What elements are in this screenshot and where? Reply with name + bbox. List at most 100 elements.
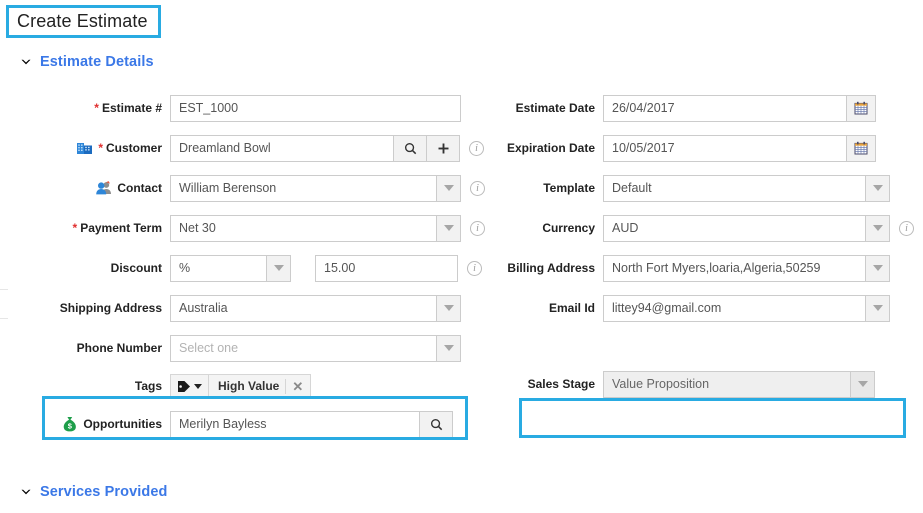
calendar-icon <box>854 141 868 155</box>
page-title-box: Create Estimate <box>6 5 161 38</box>
phone-number-dropdown-button[interactable] <box>437 334 461 362</box>
customer-input[interactable]: Dreamland Bowl <box>170 134 394 162</box>
field-row-tags: Tags High Value ✕ <box>0 368 490 404</box>
field-row-sales-stage: Sales Stage Value Proposition <box>490 364 923 404</box>
estimate-number-input[interactable]: EST_1000 <box>170 94 461 122</box>
label-payment-term: * Payment Term <box>0 221 170 235</box>
section-title-estimate-details: Estimate Details <box>40 54 154 70</box>
label-opportunities: $ Opportunities <box>0 416 170 432</box>
edge-artifact <box>0 318 8 319</box>
control-billing-address: North Fort Myers,loaria,Algeria,50259 <box>603 254 890 282</box>
label-text: Discount <box>110 261 162 275</box>
field-row-phone-number: Phone Number Select one <box>0 328 490 368</box>
tags-dropdown-button[interactable] <box>170 374 209 398</box>
control-payment-term: Net 30 <box>170 214 461 242</box>
section-header-estimate-details[interactable]: Estimate Details <box>20 54 154 70</box>
template-dropdown-button[interactable] <box>866 174 890 202</box>
expiration-date-input[interactable]: 10/05/2017 <box>603 134 847 162</box>
label-text: Currency <box>542 221 595 235</box>
label-shipping-address: Shipping Address <box>0 301 170 315</box>
spacer-row <box>490 328 923 364</box>
label-contact: Contact <box>0 180 170 196</box>
money-bag-icon: $ <box>61 416 79 432</box>
discount-type-input[interactable]: % <box>170 254 267 282</box>
opportunities-search-button[interactable] <box>420 410 453 438</box>
label-estimate-number: * Estimate # <box>0 101 170 115</box>
info-icon-contact[interactable]: i <box>470 180 485 196</box>
section-header-services-provided[interactable]: Services Provided <box>20 484 167 500</box>
control-currency: AUD <box>603 214 890 242</box>
tag-chip[interactable]: High Value ✕ <box>209 374 312 398</box>
template-input[interactable]: Default <box>603 174 866 202</box>
email-id-input[interactable]: littey94@gmail.com <box>603 294 866 322</box>
control-discount-amount: 15.00 <box>315 254 458 282</box>
label-text: Customer <box>105 141 162 155</box>
shipping-address-dropdown-button[interactable] <box>437 294 461 322</box>
control-opportunities: Merilyn Bayless <box>170 410 453 438</box>
info-icon-currency[interactable]: i <box>899 220 914 236</box>
tag-icon <box>178 380 190 392</box>
phone-number-input[interactable]: Select one <box>170 334 437 362</box>
info-icon-customer[interactable]: i <box>469 140 484 156</box>
chevron-down-icon <box>872 185 883 191</box>
currency-dropdown-button[interactable] <box>866 214 890 242</box>
estimate-date-input[interactable]: 26/04/2017 <box>603 94 847 122</box>
calendar-icon <box>854 101 868 115</box>
chevron-down-icon <box>872 225 883 231</box>
billing-address-input[interactable]: North Fort Myers,loaria,Algeria,50259 <box>603 254 866 282</box>
required-asterisk: * <box>94 101 99 115</box>
discount-type-dropdown-button[interactable] <box>267 254 291 282</box>
label-text: Estimate Date <box>515 101 595 115</box>
email-id-dropdown-button[interactable] <box>866 294 890 322</box>
info-icon-payment-term[interactable]: i <box>470 220 485 236</box>
currency-input[interactable]: AUD <box>603 214 866 242</box>
payment-term-input[interactable]: Net 30 <box>170 214 437 242</box>
sales-stage-dropdown-button[interactable] <box>851 370 875 398</box>
tag-chip-label: High Value <box>218 379 280 393</box>
info-icon-discount[interactable]: i <box>467 260 482 276</box>
chevron-down-icon[interactable] <box>20 486 32 498</box>
sales-stage-input[interactable]: Value Proposition <box>603 370 851 398</box>
label-sales-stage: Sales Stage <box>490 377 603 391</box>
control-estimate-date: 26/04/2017 <box>603 94 876 122</box>
expiration-date-calendar-button[interactable] <box>847 134 876 162</box>
required-asterisk: * <box>98 141 103 155</box>
label-tags: Tags <box>0 379 170 393</box>
chevron-down-icon[interactable] <box>20 56 32 68</box>
control-estimate-number: EST_1000 <box>170 94 461 122</box>
customer-search-button[interactable] <box>394 134 427 162</box>
highlight-box-sales-stage <box>519 398 906 438</box>
label-customer: * Customer <box>0 140 170 156</box>
control-template: Default <box>603 174 890 202</box>
billing-address-dropdown-button[interactable] <box>866 254 890 282</box>
field-row-customer: * Customer Dreamland Bowl i <box>0 128 490 168</box>
chevron-down-icon <box>872 265 883 271</box>
payment-term-dropdown-button[interactable] <box>437 214 461 242</box>
shipping-address-input[interactable]: Australia <box>170 294 437 322</box>
contact-dropdown-button[interactable] <box>437 174 461 202</box>
building-icon <box>76 140 94 156</box>
contact-input[interactable]: William Berenson <box>170 174 437 202</box>
control-customer: Dreamland Bowl <box>170 134 460 162</box>
customer-add-button[interactable] <box>427 134 460 162</box>
chevron-down-icon <box>872 305 883 311</box>
chevron-down-icon <box>443 185 454 191</box>
label-template: Template <box>490 181 603 195</box>
chevron-down-icon <box>443 225 454 231</box>
label-text: Tags <box>134 379 162 393</box>
control-phone-number: Select one <box>170 334 461 362</box>
control-tags: High Value ✕ <box>170 374 312 398</box>
label-billing-address: Billing Address <box>490 261 603 275</box>
discount-amount-input[interactable]: 15.00 <box>315 254 458 282</box>
page-title: Create Estimate <box>17 10 148 31</box>
estimate-date-calendar-button[interactable] <box>847 94 876 122</box>
opportunities-input[interactable]: Merilyn Bayless <box>170 410 420 438</box>
close-icon[interactable]: ✕ <box>285 378 303 394</box>
field-row-contact: Contact William Berenson i <box>0 168 490 208</box>
label-text: Shipping Address <box>59 301 162 315</box>
search-icon <box>404 142 416 154</box>
label-currency: Currency <box>490 221 603 235</box>
label-text: Email Id <box>548 301 595 315</box>
field-row-email-id: Email Id littey94@gmail.com <box>490 288 923 328</box>
field-row-expiration-date: Expiration Date 10/05/2017 <box>490 128 923 168</box>
